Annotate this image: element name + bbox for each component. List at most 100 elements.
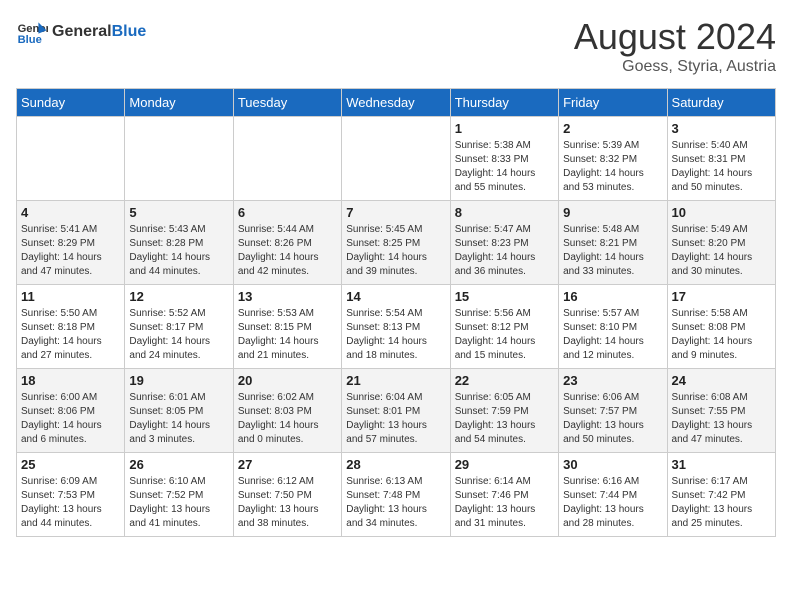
calendar-cell: 27 Sunrise: 6:12 AMSunset: 7:50 PMDayligh… bbox=[233, 453, 341, 537]
day-number: 30 bbox=[563, 457, 662, 472]
day-info: Sunrise: 6:06 AMSunset: 7:57 PMDaylight:… bbox=[563, 391, 662, 447]
day-number: 23 bbox=[563, 373, 662, 388]
calendar-cell: 3 Sunrise: 5:40 AMSunset: 8:31 PMDaylight… bbox=[667, 117, 775, 201]
calendar-cell: 12Sunrise: 5:52 AMSunset: 8:17 PMDayligh… bbox=[125, 285, 233, 369]
day-number: 1 bbox=[455, 121, 554, 136]
day-info: Sunrise: 5:54 AMSunset: 8:13 PMDaylight:… bbox=[346, 307, 445, 363]
page-header: General Blue GeneralBlue August 2024 Goe… bbox=[16, 16, 776, 76]
day-info: Sunrise: 6:02 AMSunset: 8:03 PMDaylight:… bbox=[238, 391, 337, 447]
day-number: 24 bbox=[672, 373, 771, 388]
day-info: Sunrise: 5:39 AMSunset: 8:32 PMDaylight:… bbox=[563, 139, 662, 195]
calendar-cell: 28Sunrise: 6:13 AMSunset: 7:48 PMDayligh… bbox=[342, 453, 450, 537]
day-info: Sunrise: 6:13 AMSunset: 7:48 PMDaylight:… bbox=[346, 475, 445, 531]
day-number: 18 bbox=[21, 373, 120, 388]
day-number: 10 bbox=[672, 205, 771, 220]
calendar-cell: 7Sunrise: 5:45 AMSunset: 8:25 PMDaylight… bbox=[342, 201, 450, 285]
calendar-cell: 19 Sunrise: 6:01 AMSunset: 8:05 PMDayligh… bbox=[125, 369, 233, 453]
calendar-cell bbox=[17, 117, 125, 201]
calendar-cell: 9 Sunrise: 5:48 AMSunset: 8:21 PMDaylight… bbox=[559, 201, 667, 285]
day-info: Sunrise: 6:04 AMSunset: 8:01 PMDaylight:… bbox=[346, 391, 445, 447]
day-number: 4 bbox=[21, 205, 120, 220]
calendar-cell: 25Sunrise: 6:09 AMSunset: 7:53 PMDayligh… bbox=[17, 453, 125, 537]
day-number: 16 bbox=[563, 289, 662, 304]
day-info: Sunrise: 5:41 AMSunset: 8:29 PMDaylight:… bbox=[21, 223, 120, 279]
calendar-cell: 15 Sunrise: 5:56 AMSunset: 8:12 PMDayligh… bbox=[450, 285, 558, 369]
calendar-cell bbox=[233, 117, 341, 201]
calendar-cell: 5 Sunrise: 5:43 AMSunset: 8:28 PMDaylight… bbox=[125, 201, 233, 285]
logo-blue: Blue bbox=[112, 23, 147, 40]
day-number: 29 bbox=[455, 457, 554, 472]
day-number: 21 bbox=[346, 373, 445, 388]
day-number: 15 bbox=[455, 289, 554, 304]
calendar-cell: 21 Sunrise: 6:04 AMSunset: 8:01 PMDayligh… bbox=[342, 369, 450, 453]
calendar-cell: 10Sunrise: 5:49 AMSunset: 8:20 PMDayligh… bbox=[667, 201, 775, 285]
location: Goess, Styria, Austria bbox=[574, 58, 776, 76]
day-number: 26 bbox=[129, 457, 228, 472]
day-info: Sunrise: 5:56 AMSunset: 8:12 PMDaylight:… bbox=[455, 307, 554, 363]
day-info: Sunrise: 5:53 AMSunset: 8:15 PMDaylight:… bbox=[238, 307, 337, 363]
calendar-cell: 6Sunrise: 5:44 AMSunset: 8:26 PMDaylight… bbox=[233, 201, 341, 285]
calendar-cell: 13 Sunrise: 5:53 AMSunset: 8:15 PMDayligh… bbox=[233, 285, 341, 369]
calendar-cell: 23 Sunrise: 6:06 AMSunset: 7:57 PMDayligh… bbox=[559, 369, 667, 453]
day-info: Sunrise: 6:09 AMSunset: 7:53 PMDaylight:… bbox=[21, 475, 120, 531]
calendar-cell: 2Sunrise: 5:39 AMSunset: 8:32 PMDaylight… bbox=[559, 117, 667, 201]
logo: General Blue GeneralBlue bbox=[16, 16, 146, 48]
logo-icon: General Blue bbox=[16, 16, 48, 48]
day-info: Sunrise: 5:40 AMSunset: 8:31 PMDaylight:… bbox=[672, 139, 771, 195]
calendar-cell: 14 Sunrise: 5:54 AMSunset: 8:13 PMDayligh… bbox=[342, 285, 450, 369]
calendar-cell: 29 Sunrise: 6:14 AMSunset: 7:46 PMDayligh… bbox=[450, 453, 558, 537]
day-number: 9 bbox=[563, 205, 662, 220]
calendar-cell: 17Sunrise: 5:58 AMSunset: 8:08 PMDayligh… bbox=[667, 285, 775, 369]
day-info: Sunrise: 6:17 AMSunset: 7:42 PMDaylight:… bbox=[672, 475, 771, 531]
day-info: Sunrise: 6:14 AMSunset: 7:46 PMDaylight:… bbox=[455, 475, 554, 531]
day-info: Sunrise: 5:48 AMSunset: 8:21 PMDaylight:… bbox=[563, 223, 662, 279]
day-number: 12 bbox=[129, 289, 228, 304]
day-header-friday: Friday bbox=[559, 89, 667, 117]
calendar-cell: 26 Sunrise: 6:10 AMSunset: 7:52 PMDayligh… bbox=[125, 453, 233, 537]
day-number: 8 bbox=[455, 205, 554, 220]
day-number: 20 bbox=[238, 373, 337, 388]
calendar-week-1: 1 Sunrise: 5:38 AMSunset: 8:33 PMDaylight… bbox=[17, 117, 776, 201]
calendar-cell: 22 Sunrise: 6:05 AMSunset: 7:59 PMDayligh… bbox=[450, 369, 558, 453]
day-number: 5 bbox=[129, 205, 228, 220]
day-number: 13 bbox=[238, 289, 337, 304]
calendar-cell: 20 Sunrise: 6:02 AMSunset: 8:03 PMDayligh… bbox=[233, 369, 341, 453]
day-info: Sunrise: 6:00 AMSunset: 8:06 PMDaylight:… bbox=[21, 391, 120, 447]
day-info: Sunrise: 6:12 AMSunset: 7:50 PMDaylight:… bbox=[238, 475, 337, 531]
calendar-cell bbox=[342, 117, 450, 201]
day-header-sunday: Sunday bbox=[17, 89, 125, 117]
day-info: Sunrise: 5:38 AMSunset: 8:33 PMDaylight:… bbox=[455, 139, 554, 195]
day-info: Sunrise: 5:43 AMSunset: 8:28 PMDaylight:… bbox=[129, 223, 228, 279]
calendar-week-5: 25Sunrise: 6:09 AMSunset: 7:53 PMDayligh… bbox=[17, 453, 776, 537]
day-number: 27 bbox=[238, 457, 337, 472]
day-number: 6 bbox=[238, 205, 337, 220]
calendar-cell: 24Sunrise: 6:08 AMSunset: 7:55 PMDayligh… bbox=[667, 369, 775, 453]
day-info: Sunrise: 5:58 AMSunset: 8:08 PMDaylight:… bbox=[672, 307, 771, 363]
day-number: 31 bbox=[672, 457, 771, 472]
calendar-header-row: SundayMondayTuesdayWednesdayThursdayFrid… bbox=[17, 89, 776, 117]
day-header-tuesday: Tuesday bbox=[233, 89, 341, 117]
day-header-monday: Monday bbox=[125, 89, 233, 117]
day-info: Sunrise: 5:45 AMSunset: 8:25 PMDaylight:… bbox=[346, 223, 445, 279]
day-number: 19 bbox=[129, 373, 228, 388]
calendar-table: SundayMondayTuesdayWednesdayThursdayFrid… bbox=[16, 88, 776, 537]
calendar-cell: 4 Sunrise: 5:41 AMSunset: 8:29 PMDaylight… bbox=[17, 201, 125, 285]
logo-general: General bbox=[52, 23, 112, 40]
calendar-week-4: 18 Sunrise: 6:00 AMSunset: 8:06 PMDayligh… bbox=[17, 369, 776, 453]
day-info: Sunrise: 6:16 AMSunset: 7:44 PMDaylight:… bbox=[563, 475, 662, 531]
calendar-cell: 18 Sunrise: 6:00 AMSunset: 8:06 PMDayligh… bbox=[17, 369, 125, 453]
day-number: 11 bbox=[21, 289, 120, 304]
calendar-week-2: 4 Sunrise: 5:41 AMSunset: 8:29 PMDaylight… bbox=[17, 201, 776, 285]
day-number: 22 bbox=[455, 373, 554, 388]
day-number: 14 bbox=[346, 289, 445, 304]
calendar-cell: 31 Sunrise: 6:17 AMSunset: 7:42 PMDayligh… bbox=[667, 453, 775, 537]
day-info: Sunrise: 5:47 AMSunset: 8:23 PMDaylight:… bbox=[455, 223, 554, 279]
day-info: Sunrise: 5:57 AMSunset: 8:10 PMDaylight:… bbox=[563, 307, 662, 363]
calendar-cell: 11Sunrise: 5:50 AMSunset: 8:18 PMDayligh… bbox=[17, 285, 125, 369]
day-info: Sunrise: 6:01 AMSunset: 8:05 PMDaylight:… bbox=[129, 391, 228, 447]
day-info: Sunrise: 6:05 AMSunset: 7:59 PMDaylight:… bbox=[455, 391, 554, 447]
day-info: Sunrise: 6:10 AMSunset: 7:52 PMDaylight:… bbox=[129, 475, 228, 531]
calendar-week-3: 11Sunrise: 5:50 AMSunset: 8:18 PMDayligh… bbox=[17, 285, 776, 369]
day-number: 3 bbox=[672, 121, 771, 136]
title-block: August 2024 Goess, Styria, Austria bbox=[574, 16, 776, 76]
